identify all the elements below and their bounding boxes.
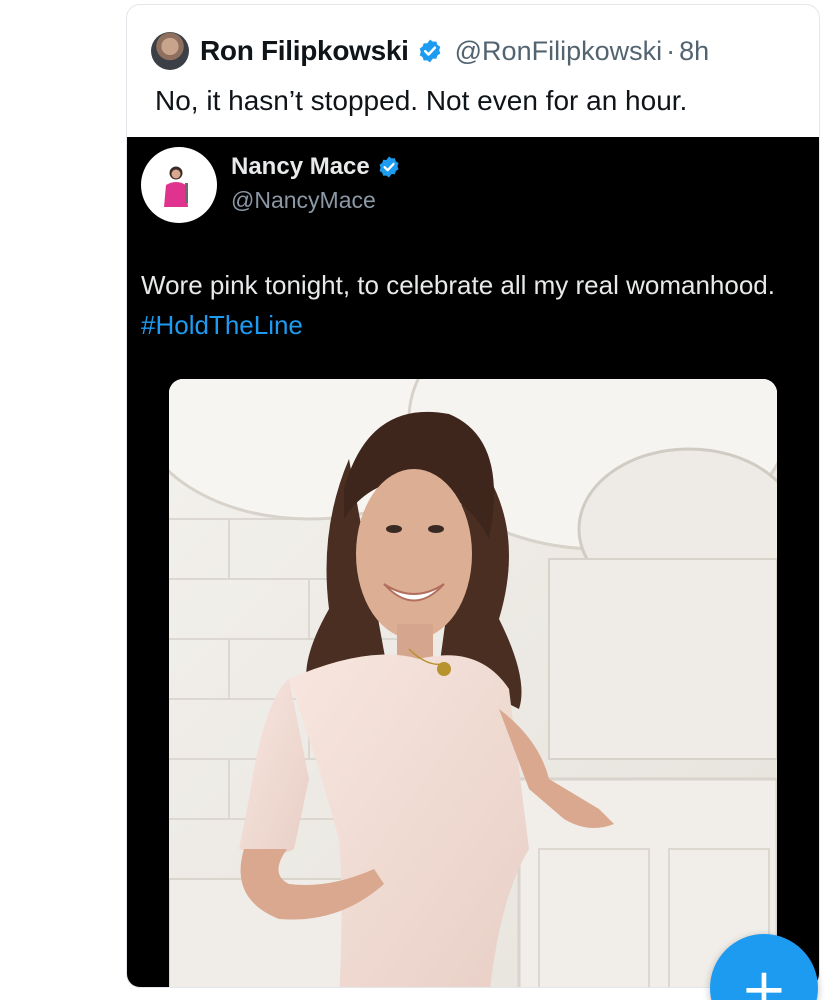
avatar[interactable] (151, 32, 189, 70)
verified-badge-icon (419, 39, 440, 63)
quoted-author-handle[interactable]: @NancyMace (231, 187, 376, 214)
quoted-avatar[interactable] (141, 147, 217, 223)
quoted-tweet-body: Wore pink tonight, to celebrate all my r… (141, 270, 775, 300)
photo-illustration (169, 379, 777, 987)
quoted-tweet[interactable]: Nancy Mace @NancyMace Wore pink tonight,… (127, 137, 819, 987)
separator-dot: · (666, 35, 676, 66)
tweet-photo[interactable] (169, 379, 777, 987)
verified-badge-icon (379, 156, 399, 178)
screenshot-page: Ron Filipkowski @RonFilipkowski · 8h No,… (0, 0, 836, 1000)
outer-tweet-header: Ron Filipkowski @RonFilipkowski · 8h (151, 31, 709, 71)
outer-tweet-text: No, it hasn’t stopped. Not even for an h… (155, 85, 688, 116)
quoted-author-name[interactable]: Nancy Mace (231, 153, 370, 181)
hashtag-link[interactable]: #HoldTheLine (141, 310, 303, 340)
quoted-tweet-text: Wore pink tonight, to celebrate all my r… (141, 265, 781, 345)
author-handle[interactable]: @RonFilipkowski (455, 36, 662, 67)
plus-icon: + (740, 957, 788, 1000)
timestamp[interactable]: 8h (679, 36, 709, 67)
tweet-card[interactable]: Ron Filipkowski @RonFilipkowski · 8h No,… (126, 4, 820, 988)
author-name[interactable]: Ron Filipkowski (200, 35, 409, 67)
quoted-author-row: Nancy Mace (231, 153, 401, 181)
avatar-photo (164, 166, 188, 207)
